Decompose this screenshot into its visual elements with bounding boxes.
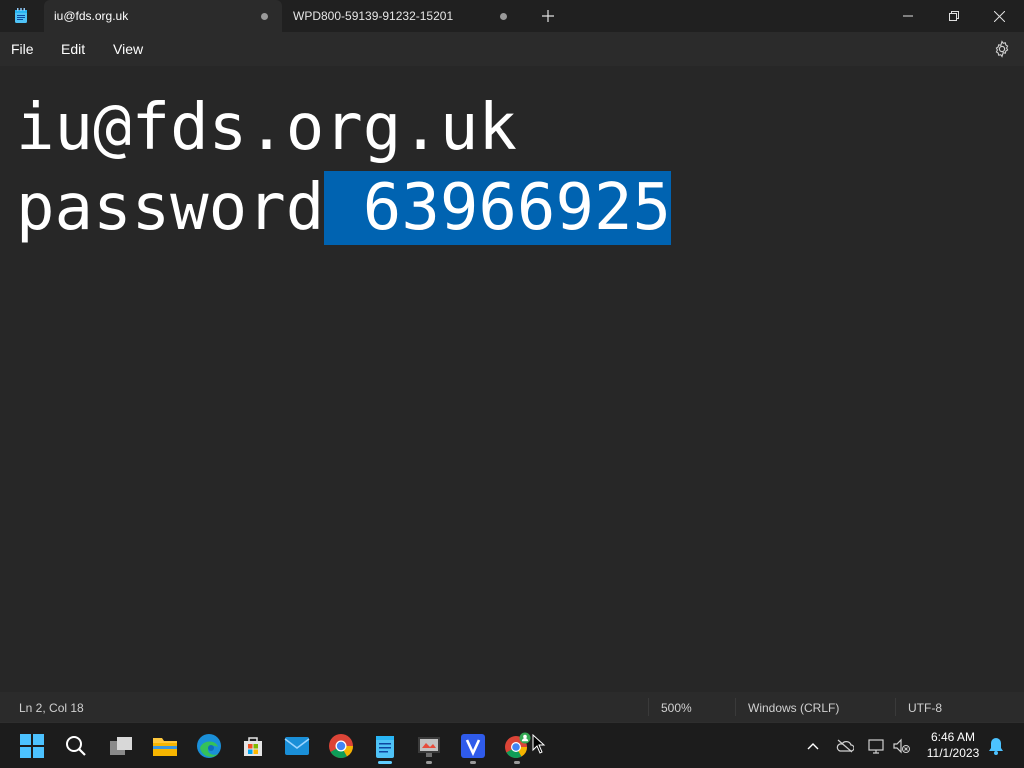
notepad-button[interactable] <box>370 731 400 761</box>
onedrive-offline-icon <box>836 739 854 753</box>
active-indicator <box>378 761 392 764</box>
file-explorer-icon <box>153 738 177 756</box>
mail-icon <box>284 737 310 755</box>
minimize-button[interactable] <box>885 0 931 32</box>
running-indicator <box>514 761 520 764</box>
menu-file[interactable]: File <box>11 41 34 57</box>
cursor-position: Ln 2, Col 18 <box>19 701 84 715</box>
restore-button[interactable] <box>931 0 977 32</box>
restore-icon <box>949 11 959 21</box>
chevron-up-icon <box>807 743 819 750</box>
tab-title: iu@fds.org.uk <box>54 9 129 23</box>
status-divider <box>735 698 736 716</box>
selected-text: 63966925 <box>324 171 672 245</box>
menu-view[interactable]: View <box>113 41 143 57</box>
menu-bar: File Edit View <box>0 32 1024 66</box>
network-button[interactable] <box>867 736 887 756</box>
notepad-icon <box>376 736 394 758</box>
tab-iu-fds[interactable]: iu@fds.org.uk <box>44 0 282 32</box>
clock-time: 6:46 AM <box>930 730 976 744</box>
line-2-text: password <box>16 171 325 245</box>
tab-title: WPD800-59139-91232-15201 <box>293 9 454 23</box>
start-button[interactable] <box>17 731 47 761</box>
task-view-icon <box>110 737 132 755</box>
v-app-button[interactable] <box>458 731 488 761</box>
chrome-button[interactable] <box>326 731 356 761</box>
file-explorer-button[interactable] <box>150 731 180 761</box>
paint-button[interactable] <box>414 731 444 761</box>
minimize-icon <box>903 15 913 17</box>
mail-button[interactable] <box>282 731 312 761</box>
windows-start-icon <box>20 734 44 758</box>
search-icon <box>66 736 86 756</box>
show-hidden-icons-button[interactable] <box>803 736 823 756</box>
running-indicator <box>426 761 432 764</box>
task-view-button[interactable] <box>106 731 136 761</box>
close-icon <box>993 10 1005 22</box>
editor-line-1: iu@fds.org.uk <box>16 91 517 165</box>
microsoft-store-icon <box>244 737 262 756</box>
notifications-button[interactable] <box>986 736 1006 756</box>
volume-button[interactable] <box>892 736 912 756</box>
chrome-icon <box>329 734 353 759</box>
plus-icon <box>542 10 554 22</box>
status-divider <box>895 698 896 716</box>
edge-icon <box>197 734 221 758</box>
notepad-app-icon <box>15 8 27 23</box>
taskbar: 6:46 AM 11/1/2023 <box>0 722 1024 768</box>
title-bar: iu@fds.org.uk WPD800-59139-91232-15201 <box>0 0 1024 32</box>
mouse-pointer-icon <box>532 734 546 754</box>
running-indicator <box>470 761 476 764</box>
editor-line-2: password 63966925 <box>16 166 672 250</box>
zoom-level: 500% <box>661 701 692 715</box>
clock-date: 11/1/2023 <box>926 746 980 760</box>
store-button[interactable] <box>238 731 268 761</box>
unsaved-dot-icon[interactable] <box>500 13 507 20</box>
bell-icon <box>989 738 1003 755</box>
edge-button[interactable] <box>194 731 224 761</box>
status-divider <box>648 698 649 716</box>
volume-muted-icon <box>893 738 910 754</box>
chrome-profile-icon <box>505 732 531 758</box>
encoding: UTF-8 <box>908 701 942 715</box>
paint-icon <box>418 737 440 757</box>
text-editor[interactable]: iu@fds.org.uk password 63966925 <box>0 66 1024 692</box>
line-ending: Windows (CRLF) <box>748 701 840 715</box>
close-button[interactable] <box>976 0 1022 32</box>
new-tab-button[interactable] <box>536 4 560 28</box>
status-bar: Ln 2, Col 18 500% Windows (CRLF) UTF-8 <box>0 692 1024 722</box>
settings-gear-icon[interactable] <box>993 40 1011 58</box>
chrome-profile-button[interactable] <box>502 731 532 761</box>
tab-wpd800[interactable]: WPD800-59139-91232-15201 <box>283 0 521 32</box>
menu-edit[interactable]: Edit <box>61 41 85 57</box>
search-button[interactable] <box>61 731 91 761</box>
system-clock[interactable]: 6:46 AM 11/1/2023 <box>918 729 988 761</box>
unsaved-dot-icon[interactable] <box>261 13 268 20</box>
onedrive-button[interactable] <box>835 736 855 756</box>
v-app-icon <box>461 734 485 758</box>
network-icon <box>868 739 884 754</box>
